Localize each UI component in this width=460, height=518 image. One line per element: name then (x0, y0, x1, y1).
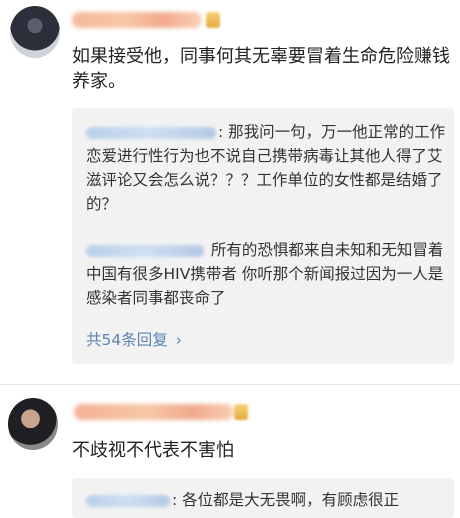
divider (0, 384, 460, 385)
reply-thread: : 那我问一句，万一他正常的工作恋爱进行性行为也不说自己携带病毒让其他人得了艾滋… (72, 108, 454, 364)
avatar[interactable] (8, 398, 58, 450)
more-replies-link[interactable]: 共54条回复 › (86, 328, 182, 350)
reply-item[interactable]: : 各位都是大无畏啊，有顾虑很正 (86, 488, 399, 512)
avatar[interactable] (10, 6, 60, 58)
member-badge-icon (234, 404, 248, 420)
reply-item[interactable]: 所有的恐惧都来自未知和无知冒着 中国有很多HIV携带者 你听那个新闻报过因为一人… (86, 238, 446, 310)
username-blurred[interactable] (74, 404, 234, 420)
reply-item[interactable]: : 那我问一句，万一他正常的工作恋爱进行性行为也不说自己携带病毒让其他人得了艾滋… (86, 120, 446, 216)
reply-username-blurred[interactable] (86, 494, 170, 507)
reply-username-blurred[interactable] (86, 244, 204, 257)
member-badge-icon (206, 12, 220, 28)
chevron-right-icon: › (175, 331, 182, 349)
username-blurred[interactable] (72, 12, 202, 28)
comment-text: 如果接受他，同事何其无辜要冒着生命危险赚钱养家。 (72, 46, 450, 92)
more-replies-label: 共54条回复 (86, 331, 168, 349)
reply-thread: : 各位都是大无畏啊，有顾虑很正 (72, 478, 454, 518)
comment-text: 不歧视不代表不害怕 (72, 440, 234, 461)
reply-text: : 各位都是大无畏啊，有顾虑很正 (172, 491, 400, 509)
reply-username-blurred[interactable] (86, 126, 216, 139)
